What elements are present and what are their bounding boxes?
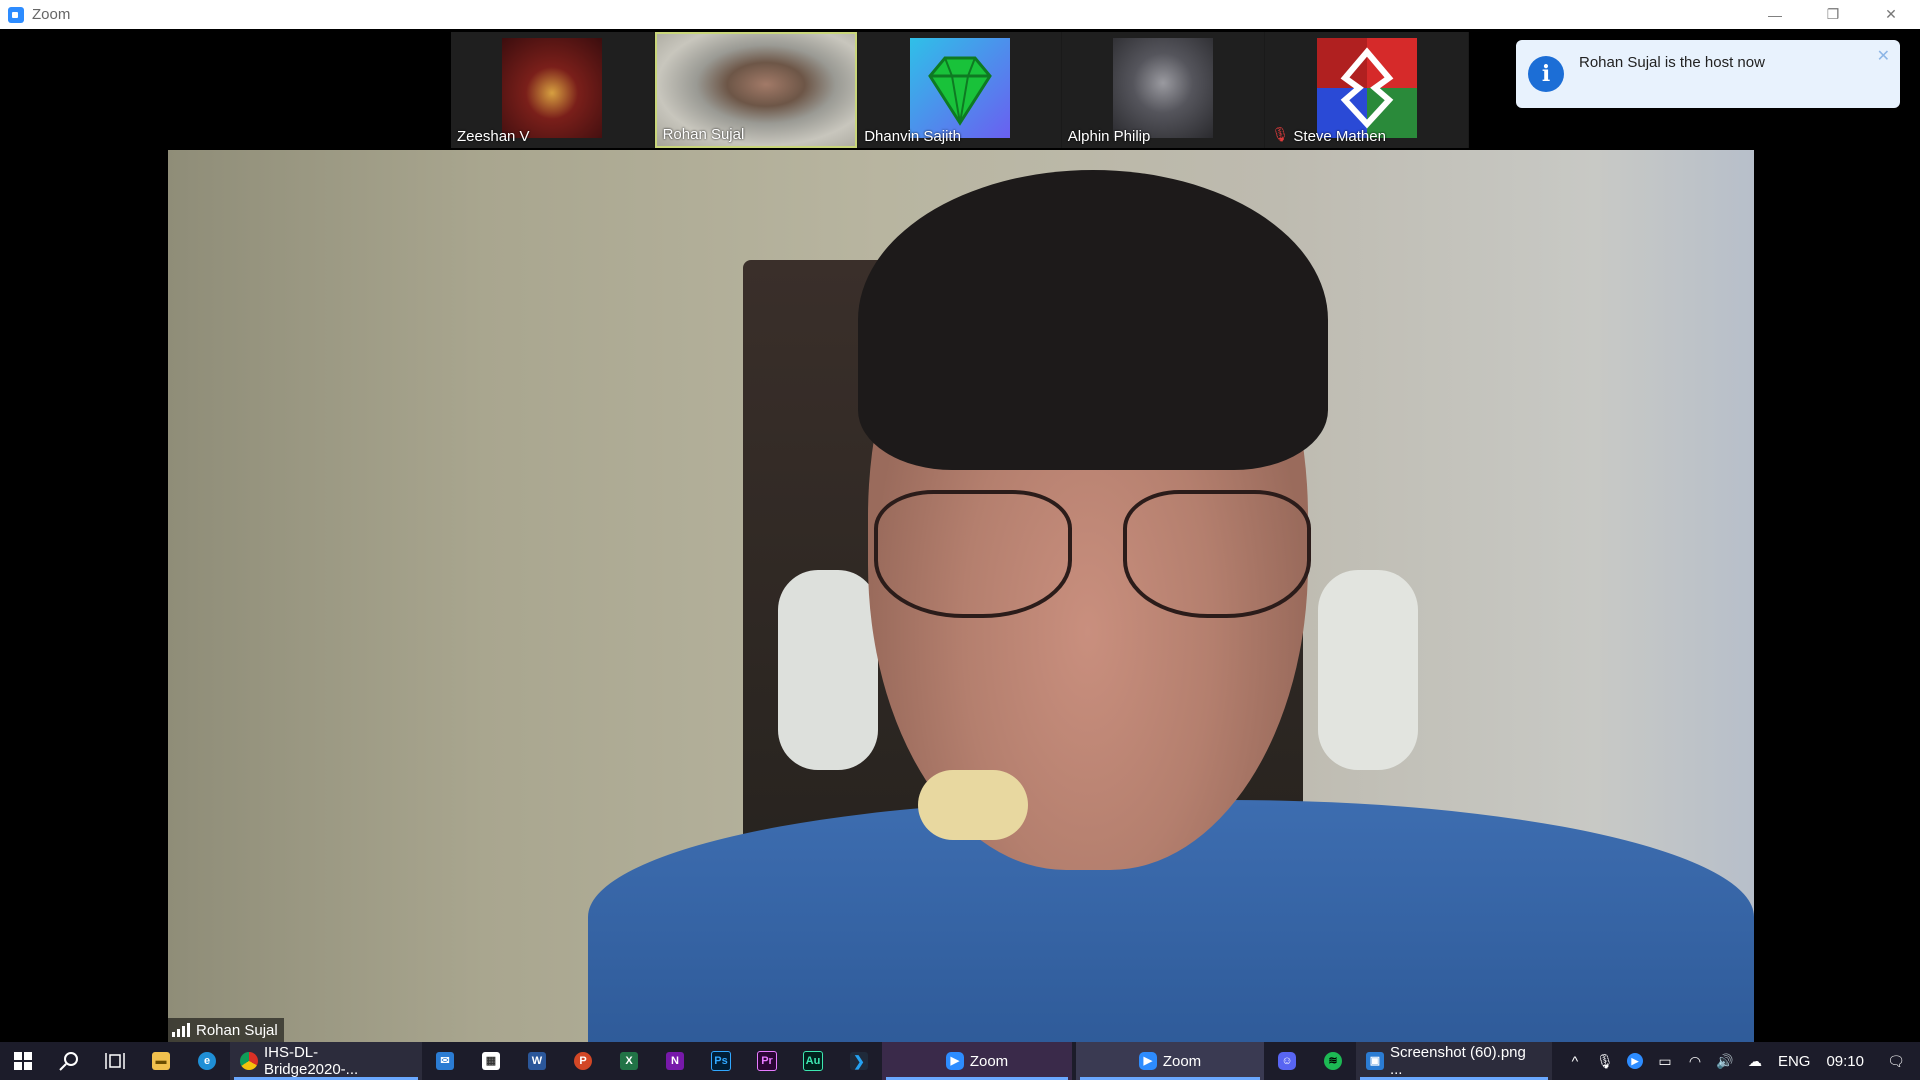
participant-name: Alphin Philip <box>1067 128 1151 145</box>
active-speaker-video[interactable] <box>168 150 1754 1042</box>
host-notification: i Rohan Sujal is the host now ✕ <box>1516 40 1900 108</box>
powerpoint-icon[interactable]: P <box>560 1042 606 1080</box>
participant-name: Steve Mathen <box>1293 128 1386 145</box>
window-title: Zoom <box>32 6 71 23</box>
clock[interactable]: 09:10 <box>1818 1042 1872 1080</box>
video-hair <box>858 170 1328 470</box>
onedrive-icon[interactable]: ☁ <box>1740 1042 1770 1080</box>
word-icon[interactable]: W <box>514 1042 560 1080</box>
participant-tile-dhanvin[interactable]: Dhanvin Sajith <box>858 32 1061 148</box>
zoom-app-icon <box>8 6 24 23</box>
taskbar-app-photos[interactable]: ▣ Screenshot (60).png ... <box>1356 1042 1552 1080</box>
taskbar-app-zoom-2[interactable]: ▶ Zoom <box>1076 1042 1264 1080</box>
start-button[interactable] <box>0 1042 46 1080</box>
store-icon[interactable]: ▦ <box>468 1042 514 1080</box>
speaker-name: Rohan Sujal <box>196 1021 278 1039</box>
video-headset-left <box>778 570 878 770</box>
windows-icon <box>14 1052 32 1070</box>
discord-icon[interactable]: ☺ <box>1264 1042 1310 1080</box>
zoom-tray-icon[interactable]: ▶ <box>1620 1042 1650 1080</box>
participant-tile-zeeshan[interactable]: Zeeshan V <box>451 32 654 148</box>
wifi-icon[interactable]: ◠ <box>1680 1042 1710 1080</box>
chrome-icon <box>240 1052 258 1070</box>
taskbar-app-zoom-1[interactable]: ▶ Zoom <box>882 1042 1072 1080</box>
notification-message: Rohan Sujal is the host now <box>1579 54 1765 71</box>
audition-icon[interactable]: Au <box>790 1042 836 1080</box>
system-tray: ^ 🎙 ▶ ▭ ◠ 🔊 ☁ ENG 09:10 🗨 <box>1560 1042 1920 1080</box>
mail-icon[interactable]: ✉ <box>422 1042 468 1080</box>
avatar <box>502 38 603 138</box>
taskbar-app-label: IHS-DL-Bridge2020-... <box>263 1044 359 1078</box>
participant-strip: Zeeshan V Rohan Sujal Dhanvin Sajith Alp… <box>451 32 1469 148</box>
window-controls: — ❐ ✕ <box>1746 0 1920 29</box>
volume-icon[interactable]: 🔊 <box>1710 1042 1740 1080</box>
participant-tile-rohan[interactable]: Rohan Sujal <box>654 32 858 148</box>
chevron-up-icon[interactable]: ^ <box>1560 1042 1590 1080</box>
participant-name: Zeeshan V <box>457 128 530 145</box>
taskbar-app-label: Screenshot (60).png ... <box>1389 1044 1526 1078</box>
taskbar-app-label: Zoom <box>1162 1052 1202 1070</box>
excel-icon[interactable]: X <box>606 1042 652 1080</box>
info-icon: i <box>1528 56 1564 92</box>
file-explorer-icon[interactable]: ▬ <box>138 1042 184 1080</box>
edge-icon[interactable]: e <box>184 1042 230 1080</box>
notification-close-icon[interactable]: ✕ <box>1877 46 1890 66</box>
notifications-icon[interactable]: 🗨 <box>1872 1042 1920 1080</box>
task-view-icon[interactable] <box>92 1042 138 1080</box>
title-bar: Zoom — ❐ ✕ <box>0 0 1920 29</box>
speaker-name-label: Rohan Sujal <box>168 1018 284 1042</box>
avatar <box>909 38 1010 138</box>
language-indicator[interactable]: ENG <box>1770 1042 1819 1080</box>
signal-strength-icon <box>172 1023 190 1037</box>
video-glasses-right <box>1123 490 1311 618</box>
avatar <box>1113 38 1214 138</box>
participant-name: Dhanvin Sajith <box>864 128 961 145</box>
video-microphone <box>918 770 1028 840</box>
taskbar-app-label: Zoom <box>969 1052 1009 1070</box>
windows-taskbar: ▬ e IHS-DL-Bridge2020-... ✉ ▦ W P X N Ps… <box>0 1042 1920 1080</box>
video-glasses-left <box>874 490 1072 618</box>
participant-tile-alphin[interactable]: Alphin Philip <box>1061 32 1265 148</box>
restore-button[interactable]: ❐ <box>1804 0 1862 29</box>
avatar <box>1316 38 1417 138</box>
minimize-button[interactable]: — <box>1746 0 1804 29</box>
onenote-icon[interactable]: N <box>652 1042 698 1080</box>
battery-icon[interactable]: ▭ <box>1650 1042 1680 1080</box>
vscode-icon[interactable]: ❯ <box>836 1042 882 1080</box>
video-headset-right <box>1318 570 1418 770</box>
close-button[interactable]: ✕ <box>1862 0 1920 29</box>
photoshop-icon[interactable]: Ps <box>698 1042 744 1080</box>
search-icon[interactable] <box>46 1042 92 1080</box>
premiere-icon[interactable]: Pr <box>744 1042 790 1080</box>
taskbar-app-chrome[interactable]: IHS-DL-Bridge2020-... <box>230 1042 422 1080</box>
image-viewer-icon: ▣ <box>1366 1052 1384 1070</box>
microphone-icon[interactable]: 🎙 <box>1590 1042 1620 1080</box>
participant-tile-steve[interactable]: 🎙 Steve Mathen <box>1265 32 1468 148</box>
logo-icon <box>1340 47 1394 129</box>
zoom-icon: ▶ <box>945 1052 964 1070</box>
zoom-icon: ▶ <box>1138 1052 1157 1070</box>
spotify-icon[interactable]: ≋ <box>1310 1042 1356 1080</box>
participant-name: Rohan Sujal <box>662 126 745 143</box>
muted-mic-icon: 🎙 <box>1271 126 1290 142</box>
gem-icon <box>927 56 992 126</box>
